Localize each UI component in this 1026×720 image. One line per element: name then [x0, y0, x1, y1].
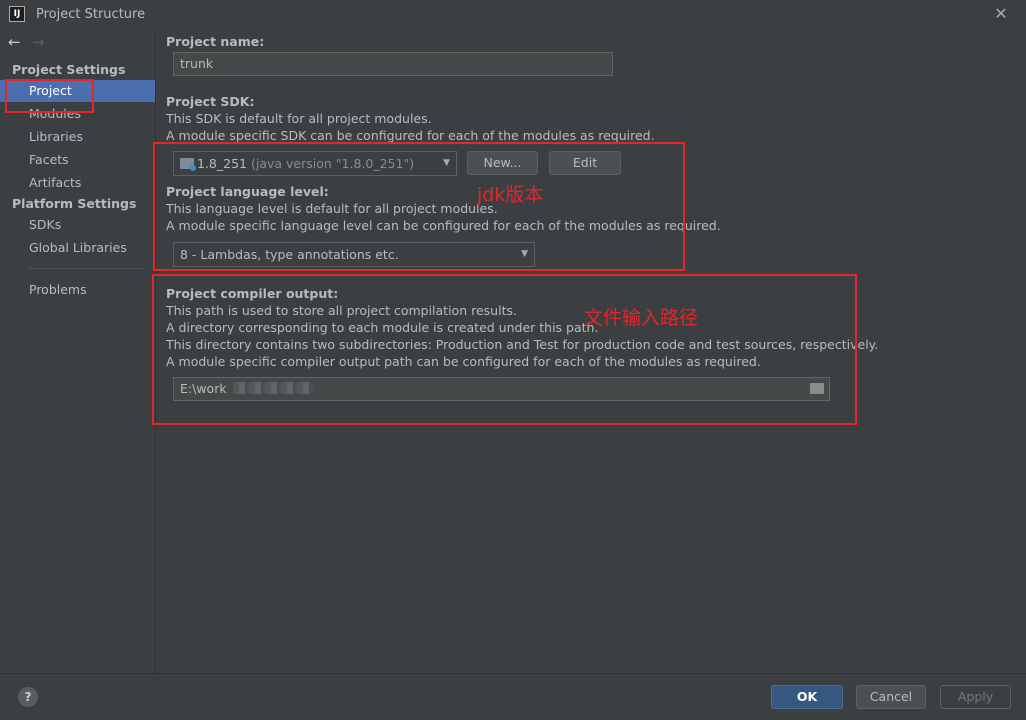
- project-sdk-desc-2: A module specific SDK can be configured …: [166, 128, 655, 143]
- title-bar: IJ Project Structure ✕: [0, 0, 1026, 29]
- project-sdk-label: Project SDK:: [166, 94, 255, 109]
- sidebar-item-global-libraries[interactable]: Global Libraries: [0, 237, 155, 259]
- sidebar-item-problems[interactable]: Problems: [0, 279, 155, 301]
- project-sdk-desc-1: This SDK is default for all project modu…: [166, 111, 432, 126]
- apply-button[interactable]: Apply: [940, 685, 1011, 709]
- annotation-box-jdk: [153, 142, 685, 271]
- back-arrow-icon[interactable]: ←: [8, 33, 26, 51]
- annotation-output-text: 文件输入路径: [584, 307, 699, 329]
- sidebar: ← → Project Settings Project Modules Libr…: [0, 29, 156, 673]
- annotation-box-output: [152, 274, 857, 425]
- project-name-label: Project name:: [166, 34, 265, 49]
- cancel-button[interactable]: Cancel: [856, 685, 926, 709]
- sidebar-item-artifacts[interactable]: Artifacts: [0, 172, 155, 194]
- close-icon[interactable]: ✕: [992, 5, 1010, 23]
- platform-settings-header: Platform Settings: [12, 196, 137, 211]
- sidebar-item-facets[interactable]: Facets: [0, 149, 155, 171]
- nav-arrows: ← →: [8, 33, 50, 51]
- forward-arrow-icon[interactable]: →: [32, 33, 50, 51]
- project-settings-header: Project Settings: [12, 62, 126, 77]
- footer: ? OK Cancel Apply: [0, 673, 1026, 720]
- sidebar-item-libraries[interactable]: Libraries: [0, 126, 155, 148]
- project-name-input[interactable]: trunk: [173, 52, 613, 76]
- sidebar-divider: [29, 268, 145, 269]
- sidebar-item-sdks[interactable]: SDKs: [0, 214, 155, 236]
- help-icon[interactable]: ?: [18, 687, 38, 707]
- intellij-logo-icon: IJ: [9, 6, 25, 22]
- window-title: Project Structure: [36, 7, 146, 22]
- annotation-jdk-text: jdk版本: [477, 184, 544, 206]
- ok-button[interactable]: OK: [771, 685, 843, 709]
- annotation-box-project: [5, 79, 94, 113]
